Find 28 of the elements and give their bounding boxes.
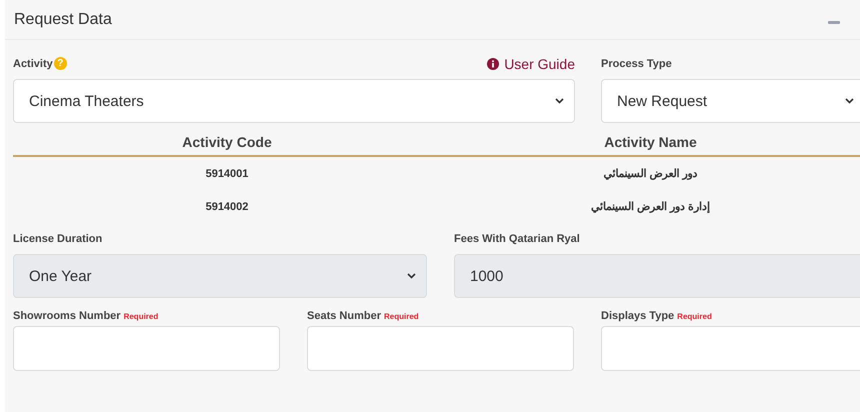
required-note: Required [124,312,158,321]
table-cell-text: إدارة دور العرض السينمائي [590,200,712,215]
field-label: Activity [13,58,53,70]
input-field[interactable] [13,326,280,371]
field-label: Showrooms Number [13,310,121,322]
field-label: Seats Number [307,310,381,322]
info-icon [487,58,500,70]
input-field[interactable] [601,326,860,371]
chevron-icon [845,98,854,104]
required-note: Required [384,312,419,321]
chevron-icon [407,273,416,279]
process-type-select[interactable]: New Request [601,79,860,123]
panel-title: Request Data [14,10,112,28]
column-header: Activity Name [441,128,860,156]
table-cell: دور العرض السينمائي [441,156,860,190]
table-cell: 5914001 [13,156,441,190]
user-guide-link[interactable]: User Guide [487,56,575,72]
required-note: Required [677,312,712,321]
chevron-icon [555,98,564,104]
input-field[interactable] [307,326,574,371]
field-label: Process Type [601,58,672,70]
field-label: Fees With Qatarian Ryal [454,232,580,244]
table-cell-text: 5914002 [204,200,250,214]
activity-select[interactable]: Cinema Theaters [13,79,575,123]
column-header: Activity Code [13,128,441,156]
collapse-icon[interactable] [828,21,840,24]
field-label: License Duration [13,232,102,244]
field-label: Displays Type [601,310,674,322]
